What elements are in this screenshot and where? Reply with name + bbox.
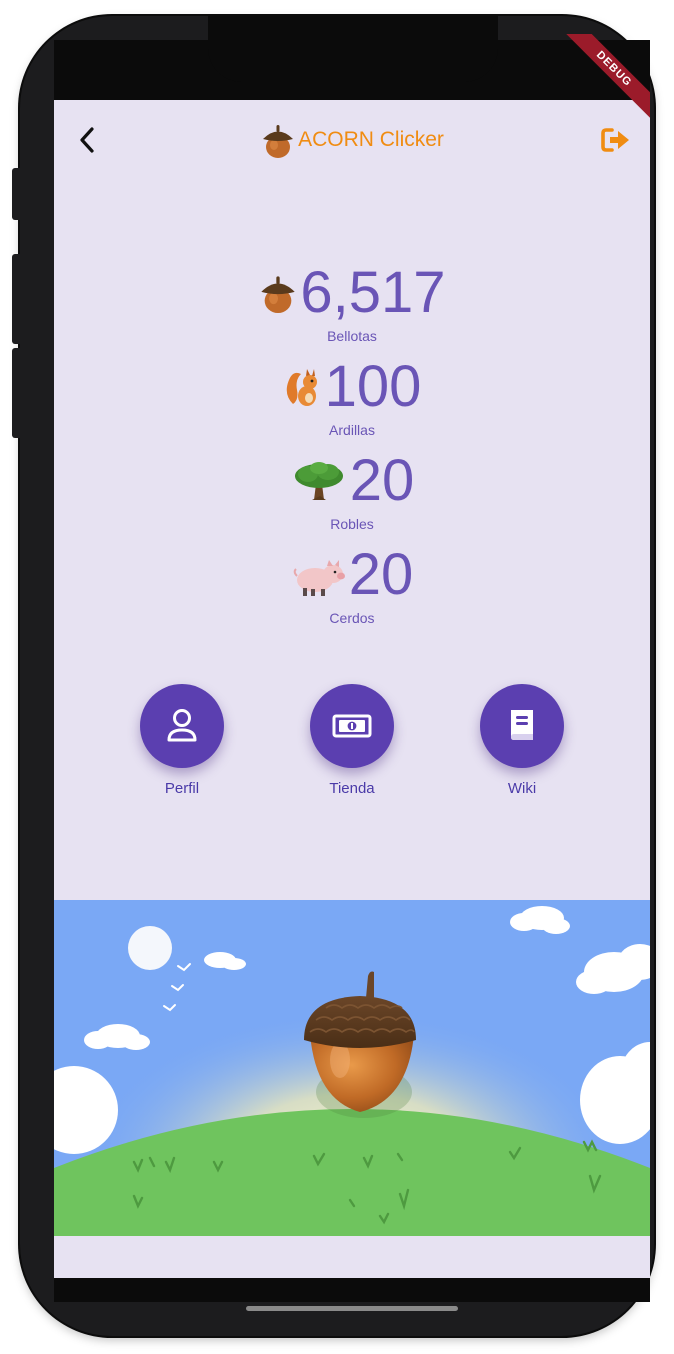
shop-button-circle[interactable] — [310, 684, 394, 768]
side-button-mute — [12, 168, 22, 220]
stat-value: 20 — [348, 542, 414, 607]
shop-label: Tienda — [329, 780, 375, 797]
stat-label: Cerdos — [329, 610, 375, 626]
logout-button[interactable] — [598, 124, 634, 156]
money-icon — [332, 714, 372, 738]
shop-button[interactable]: Tienda — [292, 684, 412, 797]
bottom-bezel — [54, 1278, 650, 1302]
stat-robles: 20 Robles — [54, 448, 650, 532]
stat-value: 20 — [349, 448, 415, 513]
notch — [208, 16, 498, 82]
stat-bellotas: 6,517 Bellotas — [54, 260, 650, 344]
oak-tree-icon — [294, 462, 343, 500]
stat-label: Bellotas — [327, 328, 377, 344]
squirrel-icon — [286, 369, 317, 406]
logout-icon — [601, 128, 629, 152]
app-bar: ACORN Clicker — [54, 100, 650, 180]
stat-ardillas: 100 Ardillas — [54, 354, 650, 438]
acorn-icon — [263, 125, 294, 158]
stat-value: 6,517 — [300, 260, 446, 325]
side-button-volume-up — [12, 254, 22, 344]
stat-label: Robles — [330, 516, 374, 532]
app-title-text: ACORN Clicker — [298, 128, 444, 151]
wiki-label: Wiki — [507, 780, 537, 797]
wiki-button-circle[interactable] — [480, 684, 564, 768]
acorn-scene-illustration — [54, 900, 650, 1236]
stat-label: Ardillas — [329, 422, 375, 438]
side-button-volume-down — [12, 348, 22, 438]
profile-label: Perfil — [164, 780, 200, 797]
stat-cerdos: 20 Cerdos — [54, 542, 650, 626]
app-screen: ACORN Clicker 6,517 Bellotas 100 Ardilla… — [54, 100, 650, 1278]
stat-value: 100 — [324, 354, 422, 419]
wiki-button[interactable]: Wiki — [462, 684, 582, 797]
book-icon — [511, 710, 533, 740]
person-icon — [167, 709, 197, 742]
acorn-icon — [261, 276, 296, 313]
profile-button[interactable]: Perfil — [122, 684, 242, 797]
home-indicator[interactable] — [246, 1306, 458, 1311]
app-title: ACORN Clicker — [54, 120, 650, 160]
profile-button-circle[interactable] — [140, 684, 224, 768]
acorn-scene[interactable] — [54, 900, 650, 1236]
pig-icon — [293, 560, 345, 596]
